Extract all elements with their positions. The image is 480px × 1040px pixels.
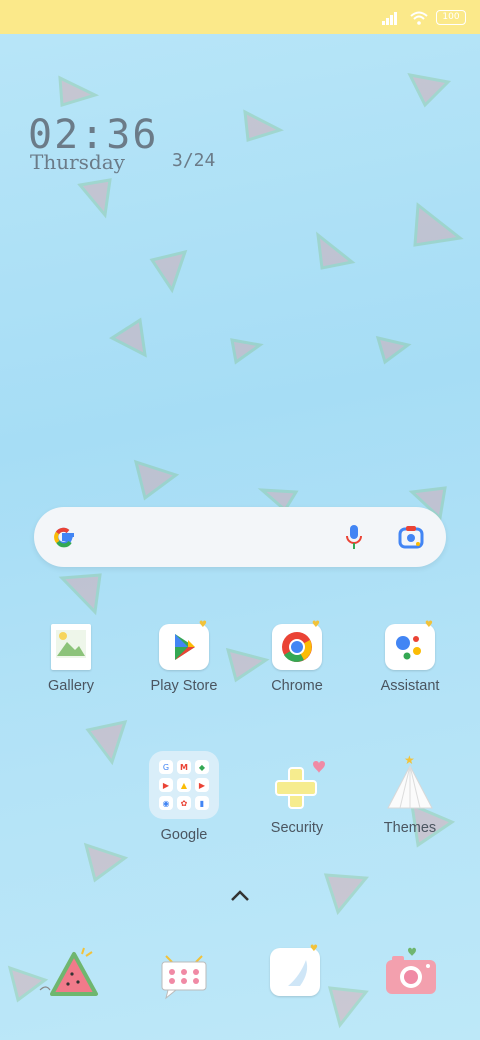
app-play-store[interactable]: ♥ Play Store (129, 620, 239, 694)
google-folder-icon: G M ◆ ▶ ▲ ▶ ◉ ✿ ▮ (149, 751, 219, 819)
dock-camera-app[interactable] (384, 946, 438, 1002)
clock-day: Thursday (30, 150, 125, 174)
watermelon-icon (39, 947, 98, 996)
notes-icon: ♥ (270, 944, 320, 996)
gallery-icon (51, 624, 91, 670)
google-lens-icon[interactable] (398, 524, 424, 550)
app-themes[interactable]: ★ Themes (355, 752, 465, 836)
app-assistant[interactable]: ♥ Assistant (355, 620, 465, 694)
heart-decor-icon: ♥ (311, 620, 320, 630)
app-label: Google (160, 827, 208, 843)
svg-text:★: ★ (404, 753, 415, 767)
app-label: Gallery (48, 678, 94, 694)
app-label: Security (270, 820, 324, 836)
app-gallery[interactable]: Gallery (16, 624, 126, 694)
app-label: Assistant (380, 678, 440, 694)
app-label: Themes (383, 820, 437, 836)
dock-watermelon-app[interactable] (38, 946, 100, 1008)
camera-icon (386, 947, 436, 994)
app-label: Play Store (150, 678, 218, 694)
google-g-icon (54, 527, 74, 548)
heart-decor-icon: ♥ (309, 944, 318, 954)
google-search-bar[interactable] (34, 507, 446, 567)
chrome-icon: ♥ (272, 620, 322, 670)
heart-decor-icon: ♥ (424, 620, 433, 630)
assistant-icon: ♥ (385, 620, 435, 670)
microphone-icon[interactable] (344, 523, 364, 551)
play-store-icon: ♥ (159, 620, 209, 670)
app-chrome[interactable]: ♥ Chrome (242, 620, 352, 694)
app-label: Chrome (271, 678, 323, 694)
chevron-up-icon[interactable] (228, 888, 252, 904)
app-security[interactable]: Security (242, 758, 352, 836)
security-icon (267, 758, 327, 818)
clock-date: 3/24 (172, 150, 216, 171)
chat-bubble-icon (161, 955, 207, 1000)
themes-tent-icon: ★ (380, 752, 440, 818)
dock-messages-app[interactable] (158, 948, 210, 1004)
dock-notes-app[interactable]: ♥ (270, 944, 320, 996)
heart-decor-icon: ♥ (198, 620, 207, 630)
app-google-folder[interactable]: G M ◆ ▶ ▲ ▶ ◉ ✿ ▮ Google (129, 751, 239, 843)
